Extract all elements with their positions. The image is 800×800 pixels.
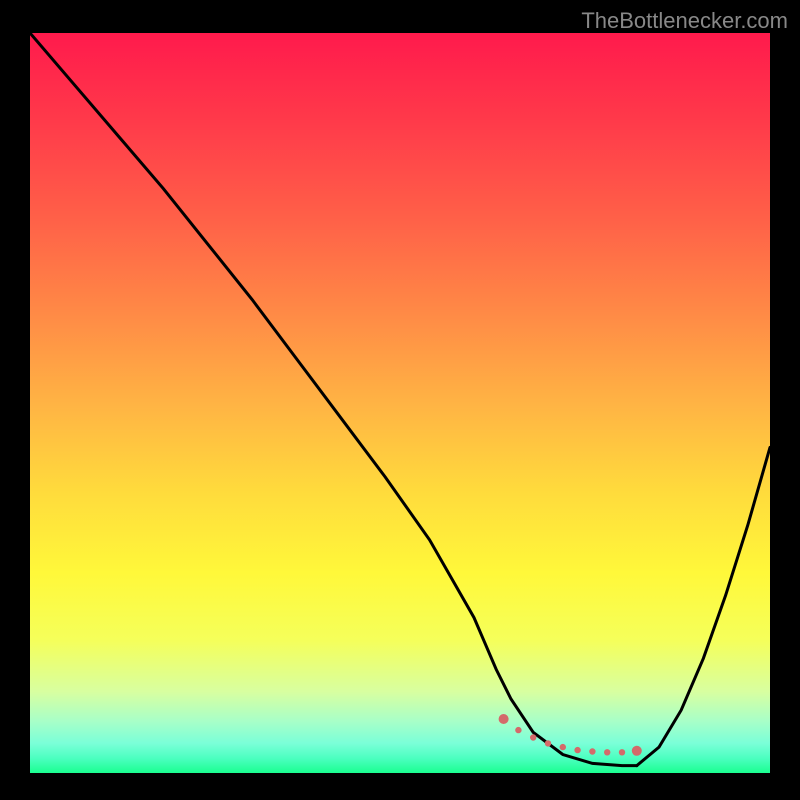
chart-plot-area (30, 33, 770, 773)
attribution-text: TheBottlenecker.com (581, 8, 788, 34)
bottleneck-gradient-background (30, 33, 770, 773)
